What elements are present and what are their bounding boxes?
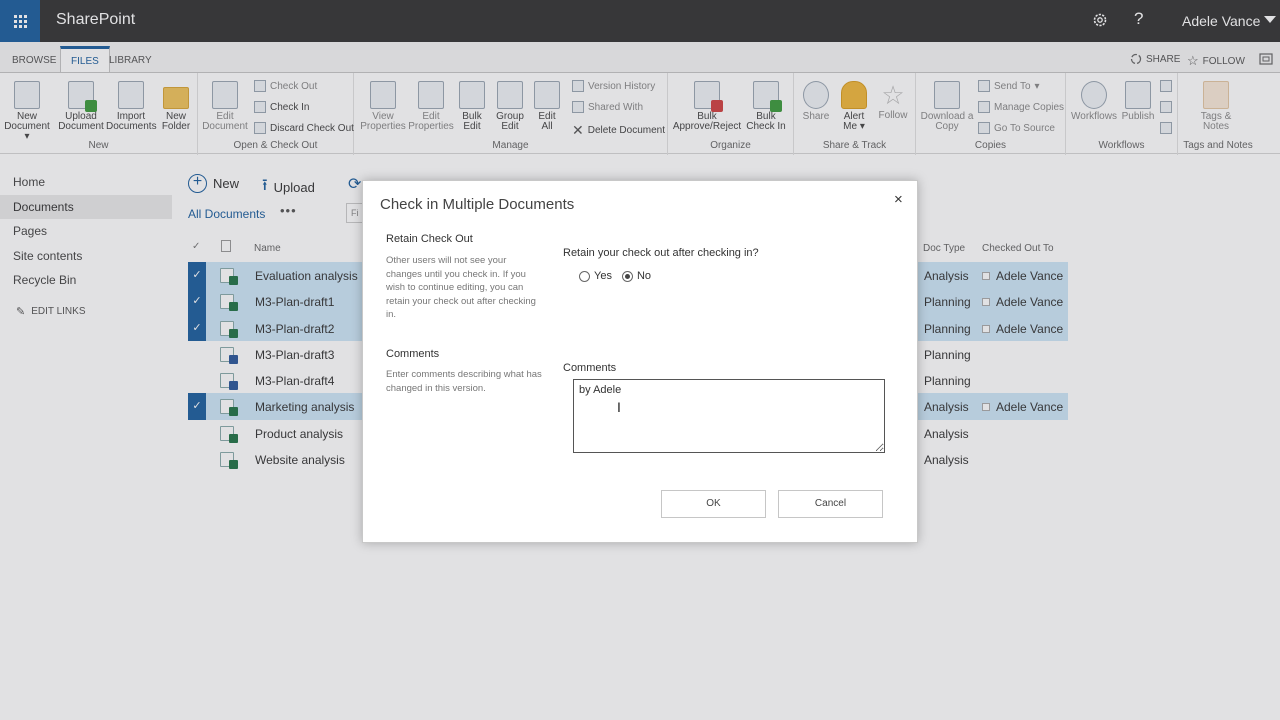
comments-label: Comments: [563, 362, 617, 374]
dialog-title: Check in Multiple Documents: [380, 196, 575, 213]
retain-section-description: Other users will not see your changes un…: [386, 255, 536, 320]
retain-question: Retain your check out after checking in?: [563, 247, 759, 259]
ok-button[interactable]: OK: [661, 490, 766, 518]
radio-yes-label[interactable]: Yes: [594, 270, 612, 282]
radio-no-label[interactable]: No: [637, 270, 651, 282]
text-cursor-icon: I: [617, 399, 621, 415]
radio-yes[interactable]: [579, 270, 590, 282]
check-in-dialog: Check in Multiple Documents × Retain Che…: [362, 180, 918, 543]
close-icon[interactable]: ×: [894, 191, 903, 208]
retain-section-title: Retain Check Out: [386, 233, 473, 245]
comments-section-description: Enter comments describing what has chang…: [386, 369, 542, 394]
cancel-button[interactable]: Cancel: [778, 490, 883, 518]
comments-section-title: Comments: [386, 348, 440, 360]
radio-no[interactable]: [621, 270, 633, 282]
retain-radio-group: Yes No: [579, 270, 651, 282]
comments-textarea[interactable]: by Adele: [573, 379, 885, 453]
